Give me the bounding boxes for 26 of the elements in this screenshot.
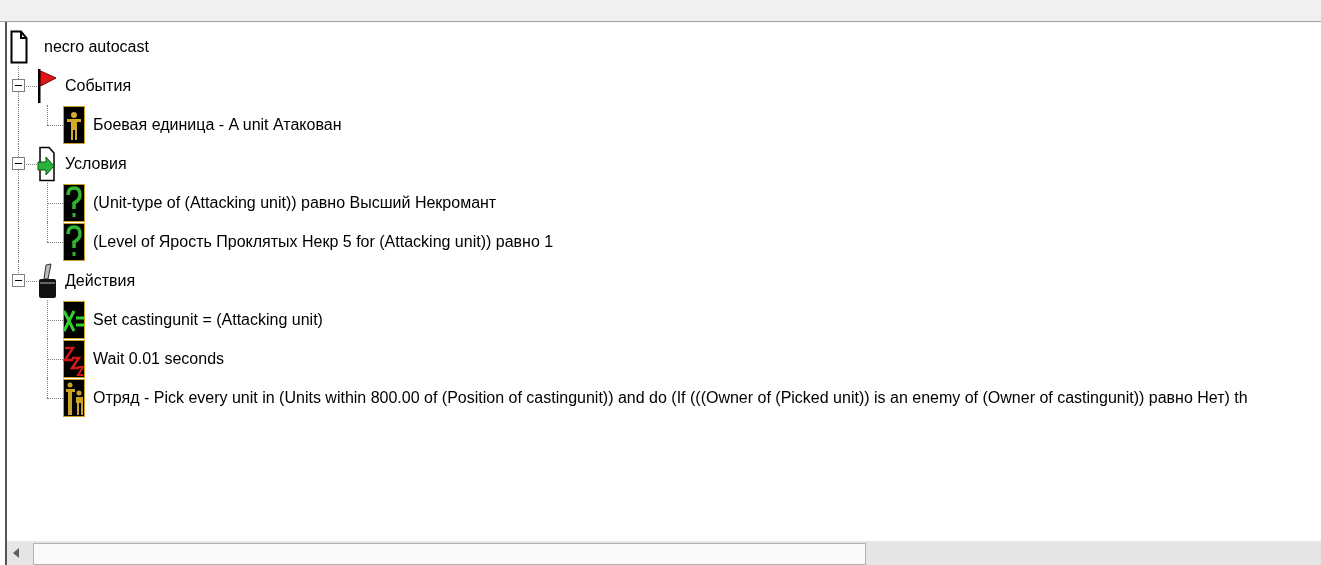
tree-item-label[interactable]: necro autocast <box>44 38 149 55</box>
person-icon <box>63 105 85 144</box>
variable-icon <box>63 300 85 339</box>
scroll-left-icon[interactable] <box>13 548 19 558</box>
question-mark-icon <box>63 222 85 261</box>
tree-item-label[interactable]: (Level of Ярость Проклятых Некр 5 for (Attacking unit)) равно 1 <box>93 233 554 250</box>
tree-item-label[interactable]: Wait 0.01 seconds <box>93 350 225 367</box>
collapse-toggle[interactable] <box>12 274 25 287</box>
tree-item-label[interactable]: Действия <box>65 272 136 289</box>
tree-item-label[interactable]: Боевая единица - A unit Атакован <box>93 116 342 133</box>
collapse-toggle[interactable] <box>12 79 25 92</box>
document-arrow-icon <box>37 145 57 182</box>
question-mark-icon <box>63 183 85 222</box>
group-icon <box>63 378 85 417</box>
scrollbar-thumb[interactable] <box>33 543 866 565</box>
horizontal-scrollbar[interactable] <box>5 541 1321 565</box>
tree-item-label[interactable]: (Unit-type of (Attacking unit)) равно Высший Некромант <box>93 194 497 211</box>
sleep-icon <box>63 339 85 378</box>
flag-icon <box>37 67 57 104</box>
collapse-toggle[interactable] <box>12 157 25 170</box>
page-icon <box>10 29 28 64</box>
clapperboard-icon <box>37 262 57 299</box>
tree-item-label[interactable]: Отряд - Pick every unit in (Units within 800.00 of (Position of castingunit)) and do (If (((Owner of (Picked unit)) is an enemy of (Owner of castingunit)) равно Нет) th <box>93 389 1248 406</box>
tree-item-label[interactable]: События <box>65 77 132 94</box>
tree-item-label[interactable]: Условия <box>65 155 127 172</box>
tree-item-label[interactable]: Set castingunit = (Attacking unit) <box>93 311 323 328</box>
